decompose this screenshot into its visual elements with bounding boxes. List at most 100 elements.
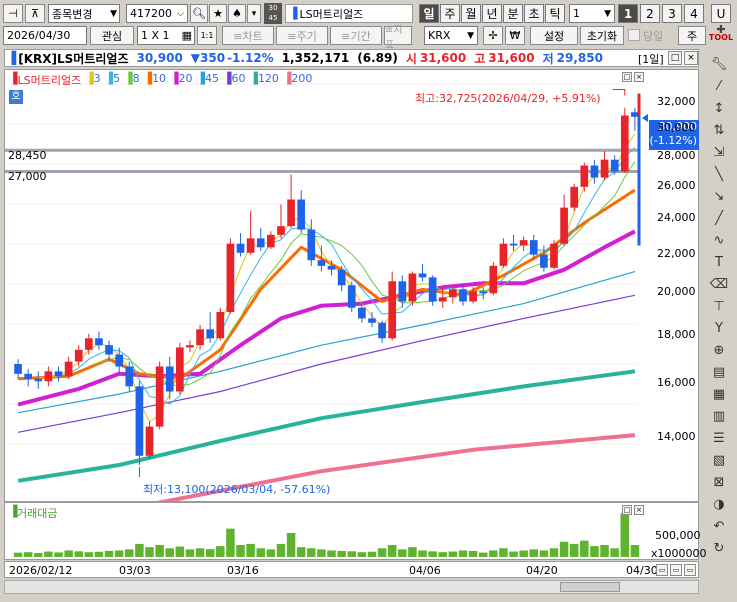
candle	[34, 371, 43, 389]
x-tick-label: 03/03	[119, 564, 151, 577]
weekly-button[interactable]: ≡주기	[276, 26, 328, 45]
price-chart[interactable]	[5, 70, 698, 501]
candle	[337, 265, 346, 292]
period-tab-2[interactable]: 월	[461, 4, 481, 23]
indicator-button[interactable]: ≡지표	[384, 25, 412, 51]
eraser-icon[interactable]: ⌫	[705, 273, 733, 295]
undo-icon[interactable]: ↶	[705, 515, 733, 537]
value-icon[interactable]: ⇅	[705, 119, 733, 141]
one-one-button[interactable]: 1:1	[197, 26, 217, 45]
today-checkbox[interactable]	[628, 29, 640, 41]
tool-button[interactable]: ✚ TOOL	[708, 24, 734, 48]
volume-bar	[64, 550, 73, 557]
period-tab-0[interactable]: 일	[419, 4, 439, 23]
chart-tool-icon[interactable]: ▧	[705, 449, 733, 471]
low-value: 29,850	[556, 51, 603, 65]
period-tab-5[interactable]: 초	[524, 4, 544, 23]
xaxis-btn-1[interactable]: ▭	[656, 564, 668, 576]
redo-icon[interactable]: ↻	[705, 537, 733, 559]
quote-pct: -1.12%	[227, 51, 274, 65]
ray-icon[interactable]: ↘	[705, 185, 733, 207]
stock-change-select[interactable]: 종목변경 ▼	[48, 4, 120, 23]
won-button[interactable]: ₩	[505, 26, 525, 45]
period-tab-3[interactable]: 년	[482, 4, 502, 23]
price-value-icon[interactable]: ↕	[705, 97, 733, 119]
market-value: KRX	[428, 29, 451, 42]
crosshair-button[interactable]: ✢	[483, 26, 503, 45]
layout-select[interactable]: 1 X 1 ▦	[137, 26, 195, 45]
period-tab-1[interactable]: 주	[440, 4, 460, 23]
legend-ma-3: ▐3	[85, 72, 101, 85]
grid-icon[interactable]: ▤	[705, 361, 733, 383]
candle	[74, 345, 83, 367]
upload-button[interactable]: ⊼	[25, 4, 45, 23]
legend-ma-10: ▐10	[143, 72, 167, 85]
y-tick-label: 14,000	[657, 430, 696, 444]
u-button[interactable]: U	[711, 4, 731, 23]
panel-close-button[interactable]: ×	[634, 72, 644, 82]
trend-icon[interactable]: ╲	[705, 163, 733, 185]
volume-bar	[155, 545, 164, 557]
price-icon[interactable]: ⁄	[705, 75, 733, 97]
chart-button[interactable]: ≡차트	[222, 26, 274, 45]
vol-max-button[interactable]: □	[622, 505, 632, 515]
reset-button[interactable]: 초기화	[580, 26, 624, 45]
quote-volume: 1,352,171	[281, 51, 350, 65]
candle-body	[358, 307, 366, 319]
doc-icon[interactable]: ▦	[705, 383, 733, 405]
image-icon[interactable]: ⊠	[705, 471, 733, 493]
candle-body	[287, 199, 295, 227]
window-close-button[interactable]: ×	[684, 51, 698, 65]
period-value-select[interactable]: 1 ▼	[569, 4, 615, 23]
candle	[489, 262, 498, 296]
page-tab-4[interactable]: 4	[684, 4, 704, 23]
favorite-button[interactable]: ★	[209, 4, 227, 23]
cross-tool-icon[interactable]: ⇲	[705, 141, 733, 163]
code-input[interactable]: 417200 ⌵	[126, 4, 188, 23]
period-tab-6[interactable]: 틱	[545, 4, 565, 23]
y-tick-label: 28,000	[657, 148, 696, 162]
text-tool-icon[interactable]: T	[705, 251, 733, 273]
candle-body	[398, 281, 407, 302]
wave-icon[interactable]: ∿	[705, 229, 733, 251]
wrench-icon[interactable]: 🔧︎	[705, 53, 733, 75]
xaxis-btn-2[interactable]: ▭	[670, 564, 682, 576]
date-input[interactable]: 2026/04/30	[3, 26, 87, 45]
page-tab-1[interactable]: 1	[618, 4, 638, 23]
period-tab-4[interactable]: 분	[503, 4, 523, 23]
panel-max-button[interactable]: □	[622, 72, 632, 82]
alert-button[interactable]: ♠	[228, 4, 246, 23]
zoom-icon[interactable]: ⊕	[705, 339, 733, 361]
stock-change-label: 종목변경	[52, 7, 93, 21]
candle-body	[24, 373, 33, 379]
list-icon[interactable]: ☰	[705, 427, 733, 449]
period-button[interactable]: ≡기간	[330, 26, 382, 45]
market-select[interactable]: KRX ▼	[424, 26, 478, 45]
settings-button[interactable]: 설정	[530, 26, 578, 45]
clock-icon[interactable]: ◑	[705, 493, 733, 515]
legend-ma-200: ▐200	[282, 72, 313, 85]
page-tab-2[interactable]: 2	[640, 4, 660, 23]
main-button[interactable]: 주	[678, 26, 706, 45]
list-button[interactable]: ▾	[247, 4, 261, 23]
page-tab-3[interactable]: 3	[662, 4, 682, 23]
ho-badge[interactable]: 호	[9, 90, 23, 104]
prev-button[interactable]: ⊣	[3, 4, 23, 23]
line-icon[interactable]: ╱	[705, 207, 733, 229]
volume-bar	[377, 548, 387, 557]
search-button[interactable]: 🔍︎	[190, 4, 208, 23]
interest-button[interactable]: 관심	[90, 26, 134, 45]
scroll-thumb[interactable]	[560, 582, 620, 592]
window-restore-button[interactable]: □	[668, 51, 682, 65]
tick-icon[interactable]: ⊤	[705, 295, 733, 317]
fork-icon[interactable]: Y	[705, 317, 733, 339]
xaxis-btn-3[interactable]: ▭	[684, 564, 696, 576]
line1-label: 28,450	[8, 149, 47, 162]
table-icon[interactable]: ▥	[705, 405, 733, 427]
volume-panel[interactable]: ▐ 거래대금 500,000 x1000000 □ ×	[4, 502, 707, 560]
price-chart-panel[interactable]: ▐ LS머트리얼즈 ▐3 ▐5 ▐8 ▐10 ▐20 ▐45 ▐60 ▐120 ▐200 호 □…	[4, 69, 699, 502]
volume-bar	[448, 551, 458, 557]
vol-close-button[interactable]: ×	[634, 505, 644, 515]
x-tick-label: 04/20	[526, 564, 558, 577]
volume-chart[interactable]	[5, 503, 698, 559]
